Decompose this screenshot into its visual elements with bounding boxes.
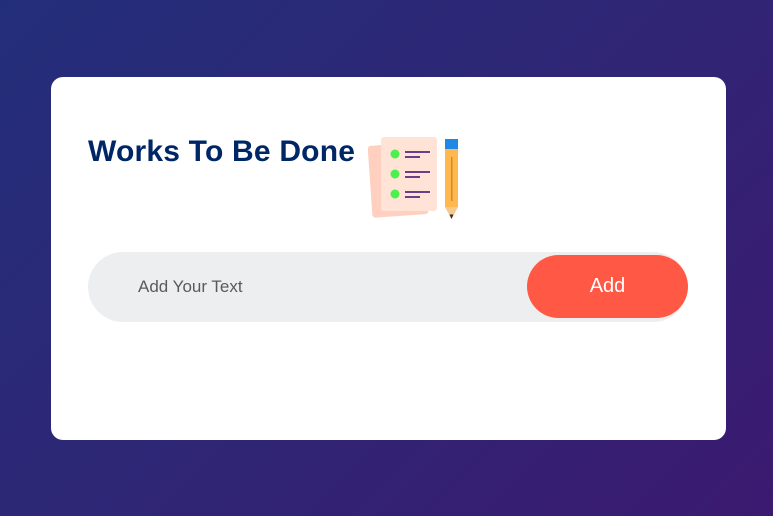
checklist-with-pencil-icon (367, 135, 464, 221)
title-row: Works To Be Done (88, 135, 355, 169)
add-task-row: Add (88, 252, 688, 322)
add-button[interactable]: Add (527, 255, 688, 318)
task-input[interactable] (138, 252, 518, 322)
todo-card: Works To Be Done Add Your Text Add (51, 77, 726, 440)
page-title: Works To Be Done (88, 135, 356, 168)
